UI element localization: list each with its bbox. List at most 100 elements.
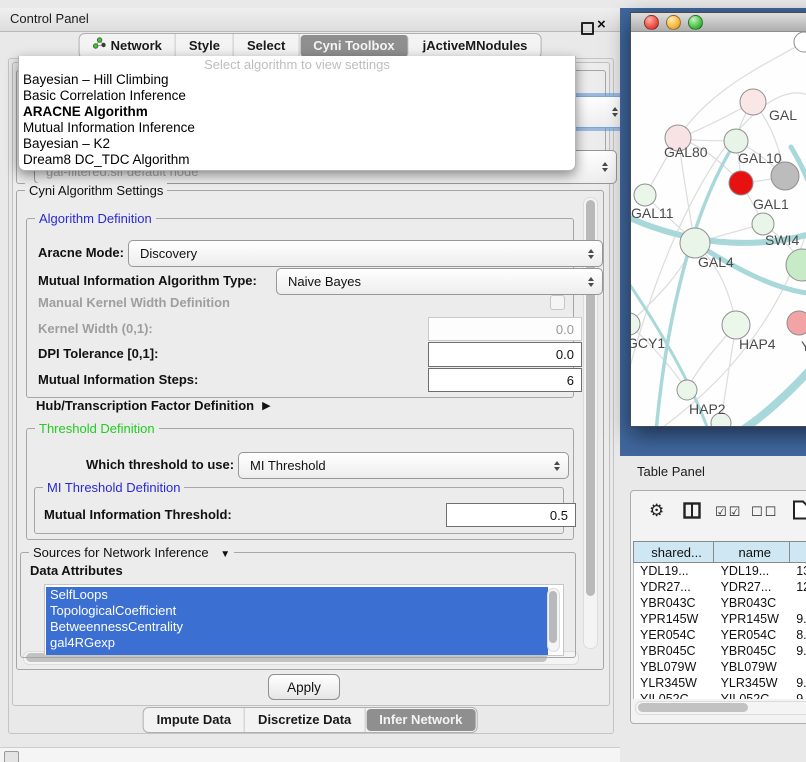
- group-title: Cyni Algorithm Settings: [25, 183, 167, 198]
- node-table: shared... name YDL19...YDL19...13 YDR27.…: [633, 541, 806, 699]
- dpi-tolerance-field[interactable]: 0.0: [428, 342, 582, 367]
- float-window-icon[interactable]: [581, 22, 594, 35]
- cyni-mode-tabs: Impute Data Discretize Data Infer Networ…: [143, 707, 478, 733]
- network-node[interactable]: [794, 32, 806, 52]
- attribute-item[interactable]: SelfLoops: [46, 587, 548, 603]
- network-canvas[interactable]: GAL GAL80 GAL10 GAL1 GAL11 SWI4 GAL4 GCY…: [631, 32, 806, 426]
- network-node[interactable]: [787, 311, 806, 335]
- column-header-partial[interactable]: [790, 542, 806, 562]
- dropdown-prompt: Select algorithm to view settings: [19, 56, 575, 72]
- mi-type-combo[interactable]: Naive Bayes: [276, 268, 603, 295]
- column-header-name[interactable]: name: [714, 542, 790, 562]
- node-label: GAL4: [698, 254, 734, 270]
- aracne-mode-combo[interactable]: Discovery: [128, 240, 603, 267]
- tab-cyni-toolbox[interactable]: Cyni Toolbox: [300, 35, 408, 57]
- window-grip-icon[interactable]: [4, 751, 19, 762]
- table-row[interactable]: YDL19...YDL19...13: [634, 563, 806, 579]
- attribute-item[interactable]: gal4RGexp: [46, 635, 548, 651]
- node-label: SWI4: [765, 232, 799, 248]
- table-row[interactable]: YBL079WYBL079W: [634, 659, 806, 675]
- group-title: Threshold Definition: [35, 421, 159, 436]
- table-row[interactable]: YER054CYER054C8.: [634, 627, 806, 643]
- group-title: MI Threshold Definition: [43, 480, 184, 495]
- table-horizontal-scrollbar[interactable]: [635, 701, 806, 715]
- tab-style[interactable]: Style: [176, 34, 234, 58]
- table-row[interactable]: YLR345WYLR345W9.: [634, 675, 806, 691]
- network-node-hap2[interactable]: [677, 380, 697, 400]
- table-row[interactable]: YIL052CYIL052C9: [634, 691, 806, 699]
- table-panel-region: Table Panel ⚙ ☑☑ ☐☐ shared... name YDL19…: [620, 456, 806, 762]
- which-threshold-combo[interactable]: MI Threshold: [238, 452, 569, 479]
- mi-type-label: Mutual Information Algorithm Type:: [38, 268, 257, 293]
- zoom-window-icon[interactable]: [688, 15, 703, 30]
- network-node-labels: GAL GAL80 GAL10 GAL1 GAL11 SWI4 GAL4 GCY…: [631, 107, 806, 417]
- node-label: HAP4: [739, 336, 776, 352]
- attribute-item-partial[interactable]: [46, 651, 548, 656]
- table-row[interactable]: YPR145WYPR145W9.: [634, 611, 806, 627]
- attribute-item[interactable]: BetweennessCentrality: [46, 619, 548, 635]
- combo-spinner-icon: [588, 277, 594, 287]
- table-row[interactable]: YBR043CYBR043C: [634, 595, 806, 611]
- list-vertical-scrollbar[interactable]: [547, 588, 560, 652]
- tab-discretize-data[interactable]: Discretize Data: [245, 708, 365, 732]
- node-label: GAL11: [631, 205, 674, 221]
- mi-threshold-field[interactable]: 0.5: [446, 503, 576, 527]
- dropdown-item[interactable]: Basic Correlation Inference: [19, 88, 575, 104]
- table-row[interactable]: YDR27...YDR27...12: [634, 579, 806, 595]
- split-pane-icon[interactable]: [683, 502, 701, 524]
- manual-kernel-label: Manual Kernel Width Definition: [38, 294, 230, 310]
- tab-infer-network[interactable]: Infer Network: [366, 709, 475, 731]
- dropdown-item[interactable]: Dream8 DC_TDC Algorithm: [19, 152, 575, 168]
- control-panel-titlebar: Control Panel ×: [0, 8, 620, 32]
- network-node[interactable]: [740, 89, 766, 115]
- combo-spinner-icon: [612, 107, 618, 117]
- network-node-hap4[interactable]: [722, 311, 750, 339]
- close-icon[interactable]: ×: [597, 16, 606, 33]
- tab-jactivemnodules[interactable]: jActiveMNodules: [410, 34, 541, 58]
- minimize-window-icon[interactable]: [666, 15, 681, 30]
- algorithm-dropdown-popup: Select algorithm to view settings Bayesi…: [18, 56, 576, 171]
- new-table-icon[interactable]: [791, 500, 806, 525]
- combo-spinner-icon: [602, 162, 608, 172]
- apply-button[interactable]: Apply: [268, 674, 340, 700]
- network-node-gray[interactable]: [771, 162, 799, 190]
- data-attributes-label: Data Attributes: [30, 562, 123, 578]
- table-panel-title: Table Panel: [637, 464, 705, 479]
- hub-definition-toggle[interactable]: Hub/Transcription Factor Definition ▶: [36, 398, 271, 413]
- dropdown-item[interactable]: Bayesian – K2: [19, 136, 575, 152]
- dropdown-item[interactable]: Bayesian – Hill Climbing: [19, 72, 575, 88]
- checked-columns-icon[interactable]: ☑☑: [715, 504, 742, 520]
- node-label: Y: [801, 338, 806, 354]
- kernel-width-label: Kernel Width (0,1):: [38, 317, 153, 339]
- dropdown-item[interactable]: Mutual Information Inference: [19, 120, 575, 136]
- network-node-gal1-selected[interactable]: [729, 171, 753, 195]
- tab-network[interactable]: Network: [80, 34, 176, 58]
- tab-impute-data[interactable]: Impute Data: [144, 708, 245, 732]
- mi-threshold-label: Mutual Information Threshold:: [44, 503, 232, 525]
- attribute-item[interactable]: TopologicalCoefficient: [46, 603, 548, 619]
- panel-title: Control Panel: [10, 11, 89, 26]
- manual-kernel-checkbox[interactable]: [550, 295, 565, 310]
- node-label: GAL: [769, 107, 797, 123]
- dpi-tolerance-label: DPI Tolerance [0,1]:: [38, 342, 158, 365]
- network-window-titlebar[interactable]: [631, 13, 806, 32]
- gear-icon[interactable]: ⚙: [649, 501, 664, 521]
- kernel-width-field[interactable]: 0.0: [428, 317, 582, 341]
- which-threshold-label: Which threshold to use:: [86, 452, 234, 477]
- mi-steps-field[interactable]: 6: [428, 368, 582, 392]
- unchecked-columns-icon[interactable]: ☐☐: [751, 504, 778, 520]
- sources-toggle[interactable]: Sources for Network Inference ▼: [29, 545, 234, 560]
- network-tab-icon: [93, 34, 106, 58]
- network-node-gal11[interactable]: [634, 184, 656, 206]
- data-attributes-list: SelfLoops TopologicalCoefficient Between…: [44, 584, 564, 656]
- app-screen: Control Panel × Network Style Select Cyn…: [0, 0, 806, 762]
- tab-select[interactable]: Select: [234, 34, 299, 58]
- column-header-shared-name[interactable]: shared...: [634, 542, 714, 562]
- table-row[interactable]: YBR045CYBR045C9.: [634, 643, 806, 659]
- node-label: GAL10: [738, 150, 782, 166]
- table-body: YDL19...YDL19...13 YDR27...YDR27...12 YB…: [633, 563, 806, 699]
- node-label: GCY1: [631, 335, 665, 351]
- dropdown-item-aracne[interactable]: ARACNE Algorithm: [19, 104, 575, 120]
- network-node-gcy1[interactable]: [631, 313, 640, 335]
- close-window-icon[interactable]: [644, 15, 659, 30]
